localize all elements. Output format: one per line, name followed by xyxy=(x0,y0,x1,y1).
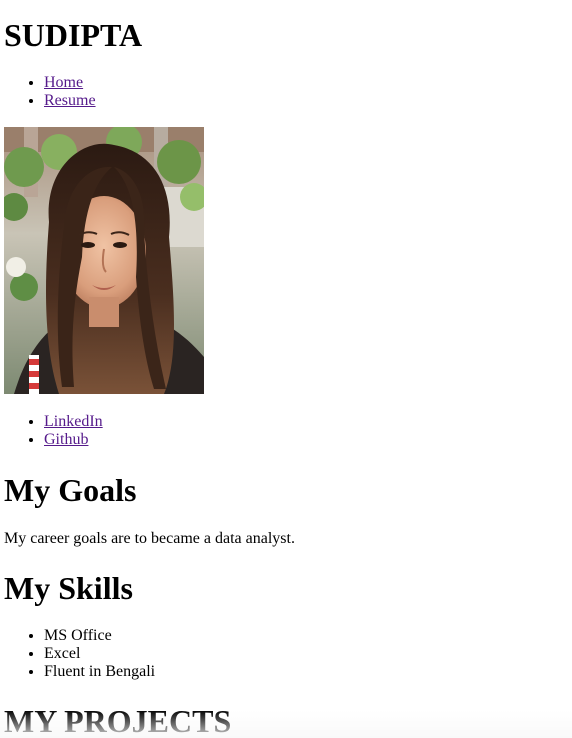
skill-item: Fluent in Bengali xyxy=(44,663,155,681)
goals-heading: My Goals xyxy=(4,472,137,508)
nav-item-home: Home xyxy=(44,74,96,92)
site-title: SUDIPTA xyxy=(4,17,143,53)
resume-link[interactable]: Resume xyxy=(44,92,96,109)
skills-list: MS Office Excel Fluent in Bengali xyxy=(4,627,155,681)
home-link[interactable]: Home xyxy=(44,74,83,91)
profile-photo xyxy=(4,127,204,394)
goals-text: My career goals are to became a data ana… xyxy=(4,530,295,547)
social-item-github: Github xyxy=(44,431,103,449)
skill-item: Excel xyxy=(44,645,155,663)
projects-heading: MY PROJECTS xyxy=(4,703,232,738)
main-nav: Home Resume xyxy=(4,74,96,110)
social-links: LinkedIn Github xyxy=(4,413,103,449)
skill-item: MS Office xyxy=(44,627,155,645)
social-item-linkedin: LinkedIn xyxy=(44,413,103,431)
skills-heading: My Skills xyxy=(4,570,133,606)
linkedin-link[interactable]: LinkedIn xyxy=(44,413,103,430)
nav-item-resume: Resume xyxy=(44,92,96,110)
github-link[interactable]: Github xyxy=(44,431,88,448)
